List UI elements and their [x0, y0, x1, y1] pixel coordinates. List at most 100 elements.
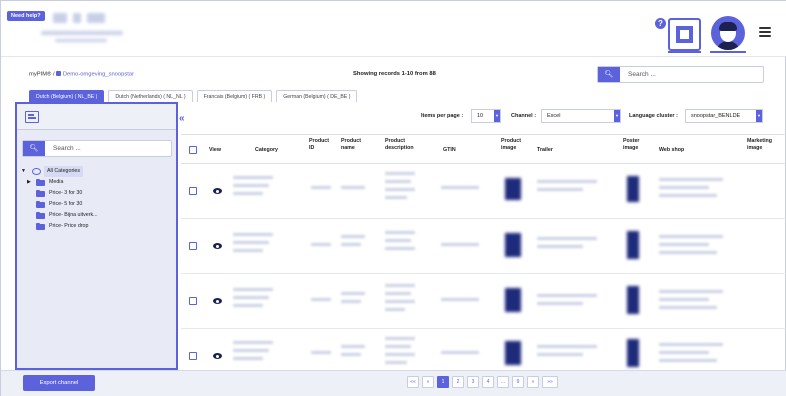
- page-2-button[interactable]: 2: [452, 376, 464, 388]
- export-channel-button[interactable]: Export channel: [23, 375, 95, 391]
- help-icon[interactable]: ?: [655, 18, 666, 29]
- channel-label: Channel :: [511, 113, 537, 119]
- poster-image-thumb[interactable]: [627, 176, 639, 202]
- sidebar-search-input[interactable]: Search ...: [53, 141, 81, 156]
- language-cluster-value: snoopstar_BENLDE: [691, 113, 741, 119]
- language-cluster-select[interactable]: snoopstar_BENLDE ▼: [685, 109, 763, 123]
- channel-select[interactable]: Excel ▼: [541, 109, 621, 123]
- folder-icon: [36, 178, 45, 186]
- search-icon[interactable]: 🔍︎: [598, 67, 620, 82]
- table-header: View Category Product ID Product name Pr…: [181, 134, 786, 164]
- col-product-description[interactable]: Product description: [385, 138, 423, 152]
- tree-item-label: Price- Bijna uitverk...: [49, 212, 98, 218]
- eye-icon[interactable]: [213, 243, 222, 249]
- tree-item-price-bijna[interactable]: Price- Bijna uitverk...: [21, 210, 171, 221]
- col-marketing-image[interactable]: Marketing image: [747, 138, 779, 152]
- row-checkbox[interactable]: [189, 297, 197, 305]
- page-4-button[interactable]: 4: [482, 376, 494, 388]
- poster-image-thumb[interactable]: [627, 231, 639, 259]
- language-cluster-label: Language cluster :: [629, 113, 678, 119]
- tab-nl-nl[interactable]: Dutch (Netherlands) ( NL_NL ): [108, 90, 193, 102]
- row-checkbox[interactable]: [189, 187, 197, 195]
- col-product-image[interactable]: Product image: [501, 138, 523, 152]
- expand-icon[interactable]: ▼: [21, 166, 26, 177]
- folder-icon: [36, 211, 45, 219]
- tree-item-price-3-for-30[interactable]: Price- 3 for 30: [21, 188, 171, 199]
- language-tabs: Dutch (Belgium) ( NL_BE ) Dutch (Netherl…: [29, 90, 358, 102]
- tab-nl-be[interactable]: Dutch (Belgium) ( NL_BE ): [29, 90, 105, 102]
- category-tree-icon[interactable]: [25, 111, 39, 123]
- table-row[interactable]: [181, 219, 786, 274]
- page-1-button[interactable]: 1: [437, 376, 449, 388]
- channel-export-icon[interactable]: [668, 18, 701, 51]
- breadcrumb-root[interactable]: myPIM®: [29, 72, 51, 78]
- tree-item-label: Price- Price drop: [49, 223, 89, 229]
- tree-item-price-5-for-30[interactable]: Price- 5 for 30: [21, 199, 171, 210]
- search-icon[interactable]: 🔍︎: [23, 141, 45, 156]
- sidebar-search: 🔍︎ Search ...: [22, 140, 172, 157]
- select-all-checkbox[interactable]: [189, 146, 197, 154]
- page-3-button[interactable]: 3: [467, 376, 479, 388]
- col-view[interactable]: View: [209, 147, 221, 154]
- row-checkbox[interactable]: [189, 242, 197, 250]
- app-window: Need help? ? myPIM® / Demo-omgeving_snoo…: [0, 0, 786, 396]
- product-image-thumb[interactable]: [505, 233, 521, 257]
- col-category[interactable]: Category: [255, 147, 278, 154]
- table-row[interactable]: [181, 164, 786, 219]
- col-product-id[interactable]: Product ID: [309, 138, 329, 152]
- bottom-bar: [1, 370, 786, 396]
- next-page-button[interactable]: »: [527, 376, 539, 388]
- tab-de-be[interactable]: German (Belgium) ( DE_BE ): [276, 90, 358, 102]
- col-poster-image[interactable]: Poster image: [623, 138, 645, 152]
- tree-item-price-drop[interactable]: Price- Price drop: [21, 221, 171, 232]
- product-image-thumb[interactable]: [505, 288, 521, 312]
- breadcrumb: myPIM® / Demo-omgeving_snoopstar: [29, 71, 134, 78]
- items-per-page-select[interactable]: 10 ▼: [471, 109, 501, 123]
- active-indicator: [668, 51, 701, 53]
- chevron-down-icon: ▼: [614, 110, 620, 122]
- tree-item-label: Price- 3 for 30: [49, 190, 83, 196]
- tree-item-all-categories[interactable]: ▼ All Categories: [21, 166, 171, 177]
- col-trailer[interactable]: Trailer: [537, 147, 553, 154]
- tree-item-media[interactable]: ▶ Media: [21, 177, 171, 188]
- folder-icon: [36, 222, 45, 230]
- company-logo: [41, 13, 141, 47]
- prev-page-button[interactable]: «: [422, 376, 434, 388]
- products-table: View Category Product ID Product name Pr…: [181, 134, 786, 379]
- page-ellipsis: ...: [497, 376, 509, 388]
- sidebar-header: [17, 104, 176, 130]
- eye-icon[interactable]: [213, 353, 222, 359]
- collapse-sidebar-icon[interactable]: «: [179, 113, 185, 124]
- table-row[interactable]: [181, 274, 786, 329]
- col-product-name[interactable]: Product name: [341, 138, 363, 152]
- product-image-thumb[interactable]: [505, 178, 521, 200]
- poster-image-thumb[interactable]: [627, 339, 639, 367]
- eye-icon[interactable]: [213, 298, 222, 304]
- chevron-down-icon: ▼: [494, 110, 500, 122]
- folder-icon: [36, 189, 45, 197]
- items-per-page-value: 10: [477, 113, 484, 119]
- menu-icon[interactable]: [759, 27, 771, 37]
- col-web-shop[interactable]: Web shop: [659, 147, 684, 154]
- breadcrumb-separator: /: [52, 71, 55, 78]
- category-sidebar: 🔍︎ Search ... ▼ All Categories ▶ Media P…: [15, 102, 178, 370]
- last-page-button[interactable]: »»: [542, 376, 558, 388]
- search-input[interactable]: Search ...: [628, 67, 656, 82]
- need-help-button[interactable]: Need help?: [7, 11, 45, 21]
- tree-item-label: Media: [49, 179, 64, 185]
- tab-frb[interactable]: Francais (Belgium) ( FRB ): [196, 90, 273, 102]
- categories-icon: [32, 168, 41, 175]
- col-gtin[interactable]: GTIN: [443, 147, 456, 154]
- poster-image-thumb[interactable]: [627, 286, 639, 314]
- search-bar: 🔍︎ Search ...: [597, 66, 764, 83]
- user-avatar[interactable]: [711, 16, 745, 50]
- chevron-down-icon: ▼: [756, 110, 762, 122]
- page-9-button[interactable]: 9: [512, 376, 524, 388]
- row-checkbox[interactable]: [189, 352, 197, 360]
- breadcrumb-current[interactable]: Demo-omgeving_snoopstar: [63, 72, 134, 78]
- first-page-button[interactable]: ««: [407, 376, 419, 388]
- product-image-thumb[interactable]: [505, 341, 521, 365]
- items-per-page-label: Items per page :: [421, 113, 464, 119]
- eye-icon[interactable]: [213, 188, 222, 194]
- expand-icon[interactable]: ▶: [27, 177, 31, 188]
